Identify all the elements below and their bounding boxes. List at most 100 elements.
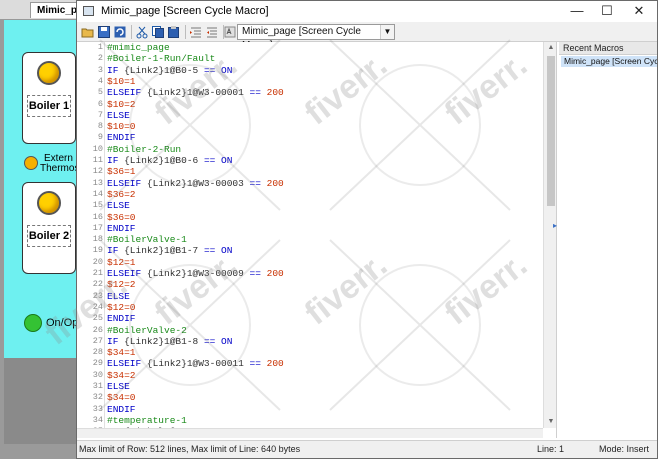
on-op-label: On/Op: [46, 317, 79, 329]
code-line[interactable]: 24 $12=0: [77, 302, 543, 313]
code-line[interactable]: 5 ELSEIF {Link2}1@W3-00001 == 200: [77, 87, 543, 98]
refresh-icon[interactable]: [113, 25, 127, 39]
outdent-icon[interactable]: [205, 25, 219, 39]
code-line[interactable]: 30 $34=2: [77, 370, 543, 381]
code-text: #temperature-1: [107, 414, 187, 426]
code-line[interactable]: 3 IF {Link2}1@B0-5 == ON: [77, 65, 543, 76]
boiler-1-card[interactable]: Boiler 1: [22, 52, 76, 144]
code-line[interactable]: 7 ELSE: [77, 110, 543, 121]
code-text: ELSE: [107, 290, 130, 302]
code-text: #Boiler-2-Run: [107, 143, 182, 155]
code-text: ELSEIF {Link2}1@W3-00009 == 200: [107, 268, 284, 279]
code-line[interactable]: 28 $34=1: [77, 347, 543, 358]
scroll-down-icon[interactable]: ▼: [544, 416, 556, 428]
line-number: 34: [92, 414, 103, 425]
line-number: 26: [92, 324, 103, 335]
line-number: 4: [97, 75, 103, 86]
window-icon: [83, 6, 94, 16]
boiler-2-card[interactable]: Boiler 2: [22, 182, 76, 274]
code-text: #BoilerValve-1: [107, 234, 187, 246]
code-text: #BoilerValve-2: [107, 324, 187, 336]
recent-macro-item[interactable]: Mimic_page [Screen Cycle Ma: [561, 56, 657, 67]
copy-icon[interactable]: [151, 25, 165, 39]
line-number: 12: [92, 166, 103, 177]
line-number: 30: [92, 369, 103, 380]
line-number: 23: [92, 290, 103, 301]
toolbar: Mimic_page [Screen Cycle Macro] ▼: [77, 22, 657, 51]
code-text: ENDIF: [107, 403, 136, 415]
line-number: 24: [92, 301, 103, 312]
line-number: 5: [97, 87, 103, 98]
cut-icon[interactable]: [135, 25, 149, 39]
code-line[interactable]: 17 ENDIF: [77, 223, 543, 234]
code-line[interactable]: 4 $10=1: [77, 76, 543, 87]
code-line[interactable]: 6 $10=2: [77, 99, 543, 110]
code-text: IF {Link2}1@B1-8 == ON: [107, 335, 233, 347]
horizontal-scrollbar[interactable]: [77, 428, 543, 438]
line-number: 21: [92, 268, 103, 278]
line-number: 28: [92, 347, 103, 358]
line-number: 17: [92, 222, 103, 233]
code-line[interactable]: 26 #BoilerValve-2: [77, 325, 543, 336]
code-line[interactable]: 1 #mimic_page: [77, 42, 543, 53]
indent-icon[interactable]: [189, 25, 203, 39]
code-text: ELSEIF {Link2}1@W3-00011 == 200: [107, 358, 284, 370]
line-number: 20: [92, 256, 103, 267]
window-title: Mimic_page [Screen Cycle Macro]: [101, 5, 269, 17]
code-line[interactable]: 21 ELSEIF {Link2}1@W3-00009 == 200: [77, 268, 543, 279]
code-line[interactable]: 19 IF {Link2}1@B1-7 == ON: [77, 245, 543, 256]
code-line[interactable]: 23 ELSE: [77, 291, 543, 302]
toolbar-separator: [185, 25, 186, 39]
code-text: ELSE: [107, 109, 130, 121]
code-line[interactable]: 9 ENDIF: [77, 132, 543, 143]
maximize-button[interactable]: ☐: [593, 3, 621, 20]
code-line[interactable]: 31 ELSE: [77, 381, 543, 392]
code-line[interactable]: 12 $36=1: [77, 166, 543, 177]
code-line[interactable]: 15 ELSE: [77, 200, 543, 211]
boiler-1-label: Boiler 1: [27, 95, 71, 117]
code-text: $34=1: [107, 347, 136, 359]
line-number: 27: [92, 335, 103, 346]
line-number: 33: [92, 403, 103, 414]
scroll-up-icon[interactable]: ▲: [544, 42, 556, 54]
code-line[interactable]: 32 $34=0: [77, 392, 543, 403]
code-line[interactable]: 14 $36=2: [77, 189, 543, 200]
code-text: $10=1: [107, 75, 136, 87]
code-line[interactable]: 33 ENDIF: [77, 404, 543, 415]
code-line[interactable]: 27 IF {Link2}1@B1-8 == ON: [77, 336, 543, 347]
code-text: $34=2: [107, 369, 136, 381]
code-line[interactable]: 16 $36=0: [77, 212, 543, 223]
minimize-button[interactable]: —: [563, 3, 591, 20]
macro-icon[interactable]: [223, 25, 237, 39]
code-line[interactable]: 25 ENDIF: [77, 313, 543, 324]
chevron-down-icon[interactable]: ▼: [380, 25, 394, 39]
status-limits: Max limit of Row: 512 lines, Max limit o…: [79, 444, 301, 454]
paste-icon[interactable]: [167, 25, 181, 39]
code-line[interactable]: 22 $12=2: [77, 279, 543, 290]
code-text: $10=0: [107, 121, 136, 133]
code-line[interactable]: 29 ELSEIF {Link2}1@W3-00011 == 200: [77, 358, 543, 369]
recent-macros-panel: Recent Macros Mimic_page [Screen Cycle M…: [559, 42, 657, 438]
code-editor[interactable]: 1 #mimic_page 2 #Boiler-1-Run/Fault 3 IF {Lin…: [77, 42, 557, 438]
code-line[interactable]: 18 #BoilerValve-1: [77, 234, 543, 245]
code-line[interactable]: 2 #Boiler-1-Run/Fault: [77, 53, 543, 64]
save-icon[interactable]: [97, 25, 111, 39]
code-text: $36=2: [107, 188, 136, 200]
open-icon[interactable]: [81, 25, 95, 39]
code-line[interactable]: 34 #temperature-1: [77, 415, 543, 426]
line-number: 3: [97, 64, 103, 75]
on-op-indicator[interactable]: [24, 314, 42, 332]
close-button[interactable]: ✕: [625, 3, 653, 20]
title-bar[interactable]: Mimic_page [Screen Cycle Macro] — ☐ ✕: [77, 1, 657, 22]
scrollbar-thumb[interactable]: [547, 56, 555, 206]
code-line[interactable]: 11 IF {Link2}1@B0-6 == ON: [77, 155, 543, 166]
macro-select[interactable]: Mimic_page [Screen Cycle Macro] ▼: [237, 24, 395, 51]
code-line[interactable]: 13 ELSEIF {Link2}1@W3-00003 == 200: [77, 178, 543, 189]
code-line[interactable]: 8 $10=0: [77, 121, 543, 132]
code-text: ELSE: [107, 200, 130, 212]
line-number: 2: [97, 53, 103, 64]
code-text: ELSEIF {Link2}1@W3-00003 == 200: [107, 177, 284, 189]
code-text: #mimic_page: [107, 42, 170, 53]
code-line[interactable]: 10 #Boiler-2-Run: [77, 144, 543, 155]
code-line[interactable]: 20 $12=1: [77, 257, 543, 268]
